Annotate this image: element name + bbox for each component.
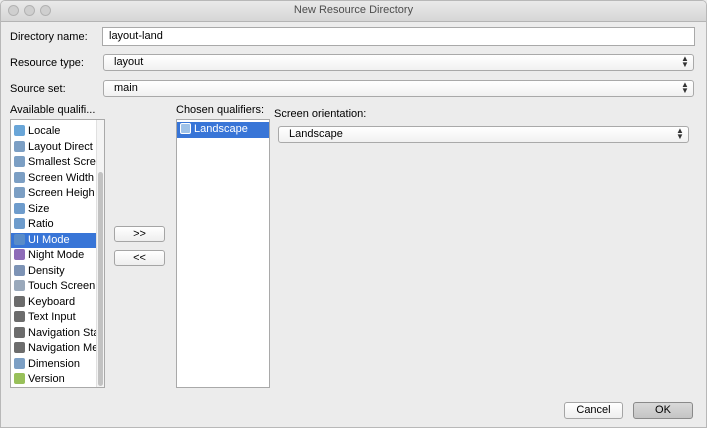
ui-mode-icon [14,233,25,245]
qualifier-item-label: Smallest Scre [28,156,96,168]
scrollbar-thumb[interactable] [98,172,103,386]
qualifier-item[interactable]: Text Input [11,310,104,326]
orientation-icon [180,123,191,134]
qualifier-item[interactable]: Layout Direct [11,140,104,156]
resource-type-value: layout [114,56,144,68]
qualifier-item-label: Version [28,373,65,385]
resource-type-select[interactable]: layout ▲ ▼ [103,54,694,71]
layout-direction-icon [14,140,25,152]
qualifier-item-label: Dimension [28,357,80,370]
qualifier-item-label: UI Mode [28,233,70,246]
screen-height-icon [14,187,25,198]
updown-arrows-icon: ▲ ▼ [681,80,689,95]
qualifier-item[interactable]: Night Mode [11,248,104,264]
resource-type-label: Resource type: [10,57,84,69]
qualifier-item[interactable]: Dimension [11,357,104,373]
screen-orientation-label: Screen orientation: [274,108,367,120]
android-version-icon [14,373,25,384]
source-set-label: Source set: [10,83,66,95]
title-bar: New Resource Directory [1,1,706,22]
size-icon [14,202,25,214]
dimension-icon [14,357,25,369]
new-resource-directory-dialog: New Resource Directory Directory name: l… [0,0,707,428]
available-qualifiers-list[interactable]: Locale Layout Direct Smallest Scre Screen W… [10,119,105,388]
add-qualifier-button[interactable]: >> [114,226,165,242]
cancel-button[interactable]: Cancel [564,402,623,419]
navigation-state-icon [14,326,25,338]
updown-arrows-icon: ▲ ▼ [676,126,684,141]
directory-name-field[interactable]: layout-land [102,27,695,46]
chosen-qualifiers-label: Chosen qualifiers: [176,104,265,116]
source-set-select[interactable]: main ▲ ▼ [103,80,694,97]
touch-screen-icon [14,280,25,291]
density-icon [14,264,25,276]
qualifier-item-label: Density [28,264,65,277]
chosen-item-landscape[interactable]: Landscape [177,122,269,138]
ok-button[interactable]: OK [633,402,693,419]
qualifier-item-label: Layout Direct [28,140,93,153]
chosen-item-label: Landscape [194,123,248,135]
qualifier-item[interactable]: Keyboard [11,295,104,311]
available-qualifiers-label: Available qualifi... [10,104,96,116]
directory-name-label: Directory name: [10,31,88,43]
qualifier-item[interactable]: Screen Heigh [11,186,104,202]
qualifier-item[interactable]: Touch Screen [11,279,104,295]
qualifier-item-label: Navigation Me [28,342,99,354]
qualifier-item-label: Touch Screen [28,280,96,292]
qualifier-item-label: Size [28,202,50,215]
ratio-icon [14,218,25,229]
qualifier-item-label: Ratio [28,218,54,230]
qualifier-item[interactable]: Navigation Me [11,341,104,357]
qualifier-item-label: Locale [28,125,61,137]
remove-qualifier-button[interactable]: << [114,250,165,266]
qualifier-item-label: Screen Heigh [28,187,95,199]
screen-width-icon [14,171,25,183]
qualifier-item-label: Text Input [28,311,76,323]
qualifier-item-label: Keyboard [28,295,76,308]
keyboard-icon [14,295,25,307]
navigation-method-icon [14,342,25,353]
window-title: New Resource Directory [293,4,414,16]
source-set-value: main [114,82,138,94]
qualifier-item-label: Night Mode [28,249,85,261]
available-list-scrollbar[interactable] [96,120,104,387]
qualifier-item[interactable]: Size [11,202,104,218]
qualifier-item-label: Screen Width [28,171,95,184]
qualifier-item[interactable]: Version [11,372,104,387]
qualifier-item[interactable]: Smallest Scre [11,155,104,171]
qualifier-item[interactable]: Density [11,264,104,280]
night-mode-icon [14,249,25,260]
qualifier-item[interactable]: Locale [11,124,104,140]
qualifier-item[interactable]: Ratio [11,217,104,233]
qualifier-item[interactable]: Screen Width [11,171,104,187]
text-input-icon [14,311,25,322]
qualifier-item[interactable]: Navigation Sta [11,326,104,342]
screen-orientation-select[interactable]: Landscape ▲ ▼ [278,126,689,143]
smallest-screen-icon [14,156,25,167]
screen-orientation-value: Landscape [289,128,343,140]
qualifier-item[interactable]: UI Mode [11,232,104,248]
updown-arrows-icon: ▲ ▼ [681,54,689,69]
locale-icon [14,125,25,136]
chosen-qualifiers-list[interactable]: Landscape [176,119,270,388]
qualifier-item-label: Navigation Sta [28,326,100,339]
